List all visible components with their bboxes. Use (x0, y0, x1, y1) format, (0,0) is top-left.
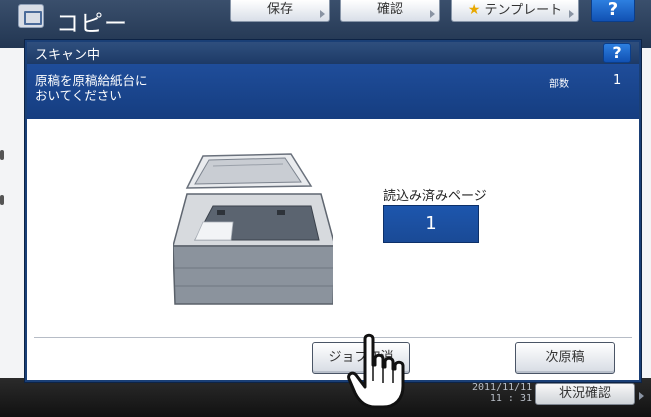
next-original-button[interactable]: 次原稿 (515, 342, 615, 374)
template-button[interactable]: ★ テンプレート (451, 0, 579, 22)
save-button-label: 保存 (266, 2, 293, 17)
pages-read-counter: 1 (383, 205, 479, 243)
template-star-icon: ★ (467, 2, 481, 18)
copies-label: 部数 (549, 79, 569, 90)
dialog-title: スキャン中 (35, 48, 101, 63)
time-text: 11 : 31 (489, 393, 532, 404)
save-button[interactable]: 保存 (230, 0, 330, 22)
date-text: 2011/11/11 (472, 382, 533, 393)
help-button[interactable]: ? (591, 0, 635, 22)
edge-mark (0, 195, 4, 205)
arrow-right-icon (569, 10, 574, 18)
scanner-illustration (173, 153, 333, 305)
arrow-right-icon (430, 10, 435, 18)
arrow-right-icon (639, 392, 644, 400)
app-title: コピー (56, 11, 128, 37)
scanning-dialog: スキャン中 ? 原稿を原稿給紙台に おいてください 部数 1 読込み済みページ … (25, 40, 641, 382)
dialog-help-button[interactable]: ? (603, 43, 631, 63)
confirm-button-label: 確認 (376, 2, 403, 17)
pages-read-label: 読込み済みページ (383, 189, 487, 204)
edge-mark (0, 150, 4, 160)
message-band: 原稿を原稿給紙台に おいてください 部数 1 (27, 64, 639, 119)
hand-pointer-icon (347, 333, 405, 409)
status-check-label: 状況確認 (558, 386, 611, 401)
datetime: 2011/11/11 11 : 31 (472, 382, 532, 404)
dialog-titlebar: スキャン中 ? (27, 42, 639, 64)
instruction-message: 原稿を原稿給紙台に おいてください (35, 73, 148, 103)
app-copy-icon (18, 4, 44, 28)
arrow-right-icon (320, 10, 325, 18)
divider (34, 337, 632, 338)
confirm-button[interactable]: 確認 (340, 0, 440, 22)
status-check-button[interactable]: 状況確認 (535, 383, 644, 405)
template-button-label: テンプレート (484, 3, 563, 18)
copies-value: 1 (613, 73, 622, 88)
